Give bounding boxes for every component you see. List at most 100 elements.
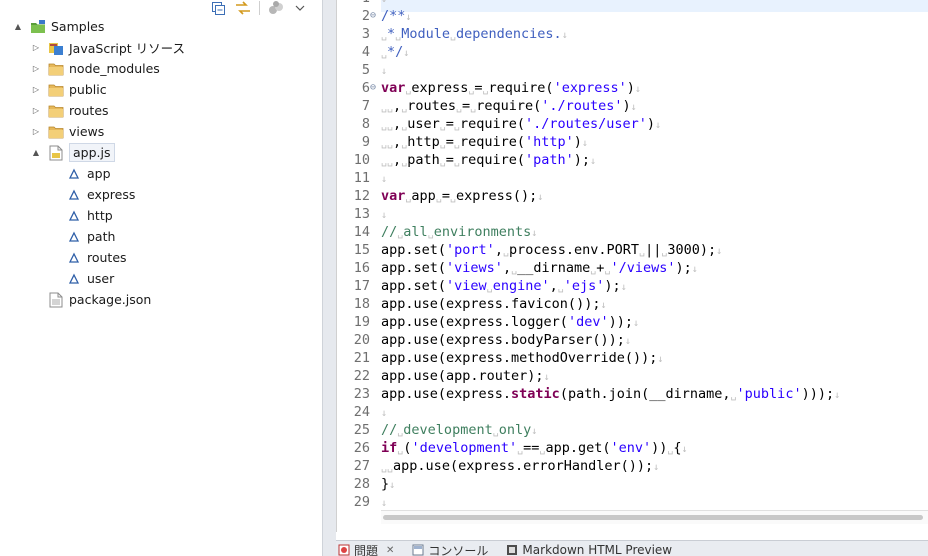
code-token: app.use(express. (381, 386, 512, 402)
code-line[interactable]: 24 ↓ (337, 403, 928, 421)
tree-item[interactable]: routes (48, 247, 127, 268)
code-line[interactable]: 2 ⊖/**↓ (337, 7, 928, 25)
whitespace-marker: ↓ (624, 336, 631, 347)
collapse-all-icon[interactable] (211, 1, 227, 15)
tree-item[interactable]: app (48, 163, 111, 184)
code-line[interactable]: 19 app.use(express.logger('dev'));↓ (337, 313, 928, 331)
folder-icon (48, 82, 64, 98)
code-line[interactable]: 29 ↓ (337, 493, 928, 511)
scrollbar-thumb[interactable] (383, 515, 923, 520)
code-line[interactable]: 28}↓ (337, 475, 928, 493)
tree-item-label: node_modules (69, 61, 160, 76)
code-line[interactable]: 16 app.set('views',␣__dirname␣+␣'/views')… (337, 259, 928, 277)
line-number: 27 (353, 458, 370, 474)
code-token: process.env.PORT (508, 242, 640, 258)
code-line[interactable]: 5 ↓ (337, 61, 928, 79)
bottom-panel-tabs: 問題 ✕ コンソール Markdown HTML Preview (336, 540, 928, 556)
tree-item[interactable]: user (48, 268, 114, 289)
code-line[interactable]: 25 //␣development␣only↓ (337, 421, 928, 439)
code-token: ))); (801, 386, 835, 402)
horizontal-scrollbar[interactable] (381, 510, 928, 524)
code-token: , (393, 134, 402, 150)
fold-toggle-icon[interactable]: ⊖ (370, 79, 380, 97)
close-icon[interactable]: ✕ (386, 545, 394, 556)
collapsed-arrow-icon (48, 168, 60, 180)
code-token: require( (459, 134, 525, 150)
code-text: ␣␣,␣path␣=␣require('path');↓ (381, 151, 596, 171)
collapsed-arrow-icon[interactable]: ▷ (30, 126, 42, 138)
tree-item[interactable]: ▲ app.js (30, 142, 115, 163)
code-line[interactable]: 14 //␣all␣environments↓ (337, 223, 928, 241)
tree-item[interactable]: ▷ views (30, 121, 104, 142)
code-line[interactable]: 7 ␣␣,␣routes␣=␣require('./routes')↓ (337, 97, 928, 115)
code-editor[interactable]: 1↓2⊖/**↓3␣*␣Module␣dependencies.↓4␣*/↓5↓… (336, 0, 928, 532)
tree-item[interactable]: ▲ Samples (12, 16, 104, 37)
tree-item[interactable]: package.json (30, 289, 151, 310)
variable-icon (66, 271, 82, 287)
code-line[interactable]: 26 if␣('development'␣==␣app.get('env'))␣{… (337, 439, 928, 457)
code-token: 'dev' (567, 314, 609, 330)
sash-divider[interactable] (322, 0, 336, 556)
fold-toggle-icon[interactable]: ⊖ (370, 7, 380, 25)
expanded-arrow-icon[interactable]: ▲ (12, 21, 24, 33)
code-token: '/views' (610, 260, 676, 276)
whitespace-marker: ↓ (834, 390, 841, 401)
code-line[interactable]: 21 app.use(express.methodOverride());↓ (337, 349, 928, 367)
code-token: development (403, 422, 493, 438)
code-token: 'express' (553, 80, 627, 96)
tree-item[interactable]: path (48, 226, 115, 247)
bottom-tab[interactable]: コンソール (412, 541, 488, 556)
tree-item[interactable]: http (48, 205, 113, 226)
collapsed-arrow-icon[interactable]: ▷ (30, 63, 42, 75)
console-icon (412, 544, 424, 556)
code-token: ) (626, 80, 635, 96)
view-menu-icon[interactable] (292, 1, 308, 15)
code-line[interactable]: 6 ⊖ var␣express␣=␣require('express')↓ (337, 79, 928, 97)
code-line[interactable]: 15 app.set('port',␣process.env.PORT␣||␣30… (337, 241, 928, 259)
line-number: 22 (353, 368, 370, 384)
tree-item[interactable]: ▷ public (30, 79, 107, 100)
code-text: ␣*/↓ (381, 43, 409, 63)
bottom-tab[interactable]: Markdown HTML Preview (506, 541, 672, 556)
collapsed-arrow-icon[interactable]: ▷ (30, 84, 42, 96)
whitespace-marker: ↓ (581, 138, 588, 149)
code-token: 'port' (446, 242, 495, 258)
line-number: 21 (353, 350, 370, 366)
explorer-toolbar (211, 0, 308, 16)
variable-icon (66, 250, 82, 266)
code-line[interactable]: 18 app.use(express.favicon());↓ (337, 295, 928, 313)
code-line[interactable]: 17 app.set('view␣engine',␣'ejs');↓ (337, 277, 928, 295)
code-line[interactable]: 11 ↓ (337, 169, 928, 187)
code-line[interactable]: 10 ␣␣,␣path␣=␣require('path');↓ (337, 151, 928, 169)
code-line[interactable]: 27 ␣␣app.use(express.errorHandler());↓ (337, 457, 928, 475)
tree-item[interactable]: ▷ JavaScript リソース (30, 37, 185, 58)
code-line[interactable]: 23 app.use(express.static(path.join(__dir… (337, 385, 928, 403)
code-line[interactable]: 22 app.use(app.router);↓ (337, 367, 928, 385)
code-token: 'ejs' (563, 278, 605, 294)
code-line[interactable]: 12 var␣app␣=␣express();↓ (337, 187, 928, 205)
code-line[interactable]: 3 ␣*␣Module␣dependencies.↓ (337, 25, 928, 43)
bottom-tab[interactable]: 問題 ✕ (338, 541, 394, 556)
collapsed-arrow-icon[interactable]: ▷ (30, 105, 42, 117)
tree-item[interactable]: express (48, 184, 135, 205)
tree-item[interactable]: ▷ node_modules (30, 58, 160, 79)
tree-item[interactable]: ▷ routes (30, 100, 109, 121)
variable-icon (66, 229, 82, 245)
code-token: require( (476, 98, 542, 114)
collapsed-arrow-icon[interactable]: ▷ (30, 42, 42, 54)
code-line[interactable]: 20 app.use(express.bodyParser());↓ (337, 331, 928, 349)
code-line[interactable]: 8 ␣␣,␣user␣=␣require('./routes/user')↓ (337, 115, 928, 133)
code-token: ) (646, 116, 656, 132)
expanded-arrow-icon[interactable]: ▲ (30, 147, 42, 159)
code-line[interactable]: 4 ␣*/↓ (337, 43, 928, 61)
filter-icon[interactable] (268, 1, 284, 15)
line-number: 7 (361, 98, 370, 114)
code-line[interactable]: 9 ␣␣,␣http␣=␣require('http')↓ (337, 133, 928, 151)
line-number: 16 (353, 260, 370, 276)
code-line[interactable]: 1↓ (337, 0, 928, 7)
whitespace-marker: ↓ (531, 426, 538, 437)
code-line[interactable]: 13 ↓ (337, 205, 928, 223)
link-with-editor-icon[interactable] (235, 1, 251, 15)
code-token: dependencies. (456, 26, 562, 42)
collapsed-arrow-icon (48, 273, 60, 285)
